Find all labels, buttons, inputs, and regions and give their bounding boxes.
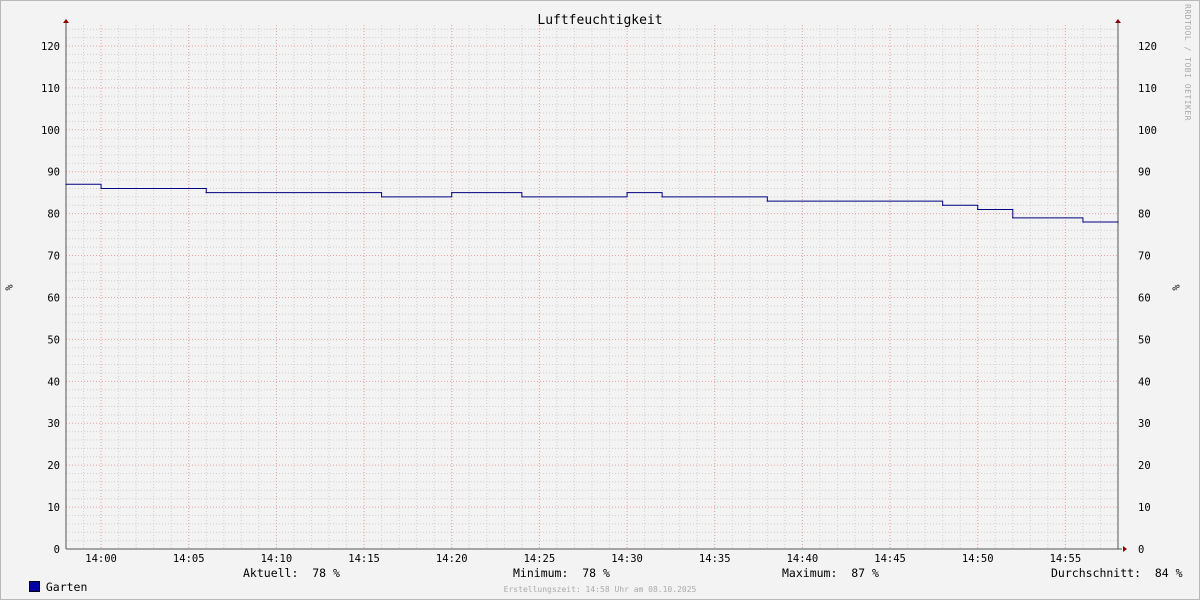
y-tick-label: 0: [1138, 544, 1144, 556]
series-line-garten: [66, 183, 1118, 223]
y-axis-arrow-right: [1115, 19, 1121, 23]
y-tick-label: 50: [1138, 334, 1151, 346]
x-tick-label: 14:45: [874, 553, 906, 565]
y-tick-label: 80: [47, 209, 60, 221]
y-tick-labels-left: 0 10 20 30 40 50 60 70 80 90 100 110 120: [41, 41, 60, 556]
x-tick-labels: 14:00 14:05 14:10 14:15 14:20 14:25 14:30 14:35…: [85, 553, 1081, 565]
y-tick-label: 10: [47, 502, 60, 514]
x-tick-label: 14:40: [787, 553, 819, 565]
data-point: [65, 183, 67, 185]
x-tick-label: 14:10: [261, 553, 293, 565]
y-tick-label: 120: [41, 41, 60, 53]
minor-grid: [66, 25, 1118, 549]
data-point: [451, 192, 453, 194]
data-point: [521, 196, 523, 198]
y-tick-labels-right: 0 10 20 30 40 50 60 70 80 90 100 110 120: [1138, 41, 1157, 556]
x-tick-label: 14:50: [962, 553, 994, 565]
y-axis-label-left: %: [2, 284, 14, 291]
y-tick-label: 0: [54, 544, 60, 556]
y-tick-label: 60: [47, 292, 60, 304]
y-tick-label: 80: [1138, 209, 1151, 221]
x-axis-arrow: [1123, 546, 1127, 552]
data-point: [661, 196, 663, 198]
data-point: [977, 208, 979, 211]
axes: [63, 19, 1127, 552]
data-point: [1082, 221, 1084, 223]
legend-average: Durchschnitt: 84 %: [1051, 566, 1183, 580]
y-tick-label: 50: [47, 334, 60, 346]
y-axis-arrow-left: [63, 19, 69, 23]
y-tick-label: 90: [1138, 167, 1151, 179]
data-point: [1012, 217, 1014, 219]
legend-minimum: Minimum: 78 %: [513, 566, 610, 580]
x-tick-label: 14:30: [611, 553, 643, 565]
data-point: [626, 192, 628, 194]
data-point: [100, 187, 102, 190]
y-tick-label: 70: [47, 251, 60, 263]
y-tick-label: 10: [1138, 502, 1151, 514]
y-tick-label: 40: [1138, 376, 1151, 388]
y-tick-label: 110: [1138, 83, 1157, 95]
x-tick-label: 14:35: [699, 553, 731, 565]
y-tick-label: 30: [47, 418, 60, 430]
y-tick-label: 30: [1138, 418, 1151, 430]
y-tick-label: 100: [41, 125, 60, 137]
x-tick-label: 14:20: [436, 553, 468, 565]
footer-timestamp: Erstellungszeit: 14:58 Uhr am 08.10.2025: [503, 585, 697, 594]
y-axis-label-right: %: [1169, 284, 1181, 291]
data-point: [205, 192, 207, 194]
x-tick-label: 14:25: [524, 553, 556, 565]
y-tick-label: 40: [47, 376, 60, 388]
data-point: [1117, 221, 1119, 223]
x-tick-label: 14:55: [1050, 553, 1082, 565]
legend-maximum: Maximum: 87 %: [782, 566, 879, 580]
y-tick-label: 70: [1138, 251, 1151, 263]
data-point: [942, 204, 944, 206]
y-tick-label: 100: [1138, 125, 1157, 137]
y-tick-label: 20: [47, 460, 60, 472]
x-tick-label: 14:05: [173, 553, 205, 565]
watermark: RRDTOOL / TOBI OETIKER: [1183, 4, 1192, 121]
y-tick-label: 20: [1138, 460, 1151, 472]
legend-current: Aktuell: 78 %: [243, 566, 340, 580]
data-point: [381, 196, 383, 198]
y-tick-label: 120: [1138, 41, 1157, 53]
chart-title: Luftfeuchtigkeit: [537, 13, 662, 28]
series-layer: [65, 183, 1119, 223]
data-point: [766, 200, 768, 202]
chart: Luftfeuchtigkeit 01020304050607080901001…: [41, 13, 1157, 565]
x-tick-label: 14:15: [348, 553, 380, 565]
x-tick-label: 14:00: [85, 553, 117, 565]
y-tick-label: 110: [41, 83, 60, 95]
y-tick-label: 60: [1138, 292, 1151, 304]
y-tick-label: 90: [47, 167, 60, 179]
